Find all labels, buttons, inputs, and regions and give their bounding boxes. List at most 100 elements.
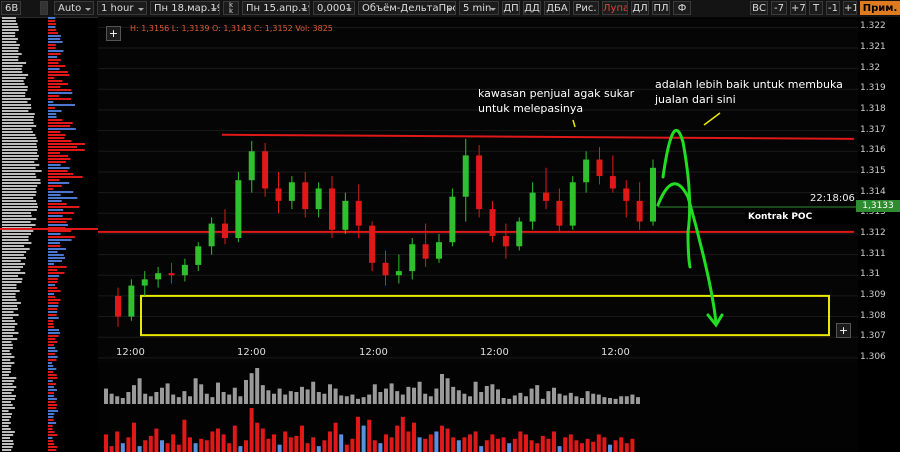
zoom-plus-button[interactable]: + [836, 323, 851, 338]
candle-body [181, 264, 188, 276]
profile-bar [2, 23, 18, 25]
profile-bar [2, 341, 12, 343]
delta-bar [613, 440, 618, 452]
candle-body [569, 182, 576, 226]
profile-bar [2, 395, 16, 397]
profile-bar [48, 170, 68, 172]
minus7-button[interactable]: -7 [771, 1, 787, 15]
volume-bar [372, 384, 377, 404]
price-axis[interactable]: 1.322 1.321 1.32 1.319 1.318 1.317 1.316 1.315 1… [858, 17, 900, 362]
delta-bar [512, 438, 517, 452]
profile-bar [48, 293, 55, 295]
plus1-button[interactable]: +1 [843, 1, 857, 15]
volume-bar [367, 394, 372, 404]
delta-bar [546, 438, 551, 452]
profile-bar [48, 119, 63, 121]
candle-body [235, 180, 242, 239]
volume-bar [546, 391, 551, 404]
indicator-select[interactable]: Объём-ДельтаПроф [358, 1, 456, 15]
t-button[interactable]: Т [809, 1, 823, 15]
profile-bar [2, 443, 14, 445]
symbol-label[interactable]: 6В [1, 1, 21, 15]
profile-bar [2, 416, 12, 418]
profile-bar [48, 434, 58, 436]
delta-bar [456, 440, 461, 452]
delta-bar [204, 440, 209, 452]
profile-bar [48, 266, 67, 268]
profile-bar [48, 380, 53, 382]
profile-bar [48, 335, 59, 337]
profile-bar [48, 278, 58, 280]
profile-bar [2, 113, 35, 115]
profile-bar [2, 323, 18, 325]
color-swatch[interactable] [40, 1, 48, 15]
volume-bar [148, 396, 153, 404]
profile-bar [2, 125, 37, 127]
delta-bar [619, 437, 624, 452]
profile-bar [48, 320, 54, 322]
profile-bar [2, 92, 26, 94]
timeframe-select[interactable]: 1 hour [97, 1, 147, 15]
delta-bar [608, 444, 612, 452]
profile-bar [48, 332, 61, 334]
profile-bar [48, 287, 58, 289]
apply-button[interactable]: Прим. [860, 1, 900, 15]
profile-bar [2, 173, 36, 175]
profile-bar [48, 365, 54, 367]
profile-bar [48, 41, 63, 43]
volume-bar [104, 388, 108, 404]
link-dates-button[interactable]: kk [223, 1, 239, 15]
volume-bar [540, 398, 545, 404]
pl-button[interactable]: ПЛ [652, 1, 670, 15]
dl-button[interactable]: ДЛ [631, 1, 649, 15]
price-tick-label: 1.32 [860, 62, 881, 73]
profile-bar [48, 191, 74, 193]
candle-body [636, 200, 643, 222]
interval-select[interactable]: 5 min [459, 1, 499, 15]
add-indicator-button[interactable]: + [106, 26, 121, 41]
dd-button[interactable]: ДД [523, 1, 541, 15]
profile-bar [48, 449, 57, 451]
profile-bar [2, 308, 18, 310]
profile-bar [48, 275, 60, 277]
volume-bar [305, 389, 310, 404]
volume-bar [608, 398, 612, 404]
delta-bar [350, 438, 355, 452]
price-tick-label: 1.31 [860, 269, 881, 280]
dp-button[interactable]: ДП [502, 1, 520, 15]
profile-bar [2, 320, 15, 322]
draw-button[interactable]: Рис. [573, 1, 599, 15]
delta-bar [305, 443, 310, 452]
candle-body [382, 262, 389, 276]
profile-bar [48, 236, 76, 238]
mode-select[interactable]: Auto [54, 1, 94, 15]
f-button[interactable]: Ф [673, 1, 691, 15]
profile-bar [48, 32, 58, 34]
delta-bar [328, 431, 332, 452]
magnifier-button[interactable]: Лупа [602, 1, 628, 15]
profile-bar [48, 401, 56, 403]
price-chart[interactable] [98, 17, 858, 362]
profile-bar [2, 392, 12, 394]
dba-button[interactable]: ДБА [544, 1, 570, 15]
date-from-select[interactable]: Пн 18.мар.19 [150, 1, 220, 15]
profile-bar [2, 275, 19, 277]
candle-body [502, 235, 509, 247]
plus7-button[interactable]: +7 [790, 1, 806, 15]
profile-bar [2, 158, 38, 160]
delta-bar [154, 428, 159, 452]
vs-button[interactable]: ВС [750, 1, 768, 15]
tick-select[interactable]: 0,0001 [313, 1, 355, 15]
delta-bar [518, 431, 523, 452]
candle-body [583, 159, 590, 183]
profile-bar [2, 32, 16, 34]
delta-bar [423, 438, 428, 452]
delta-bar [277, 444, 282, 452]
minus1-button[interactable]: -1 [826, 1, 840, 15]
candle-body [609, 176, 616, 189]
delta-bar [434, 431, 439, 452]
profile-bar [48, 239, 72, 241]
profile-bar [48, 359, 57, 361]
profile-bar [48, 437, 53, 439]
date-to-select[interactable]: Пн 15.апр.19 [242, 1, 310, 15]
